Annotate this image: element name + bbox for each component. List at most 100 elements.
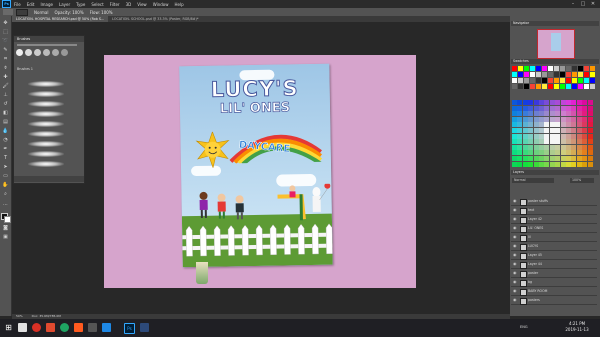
color-chip[interactable] [566,122,571,128]
color-chip[interactable] [571,139,577,145]
layer-row[interactable]: ◉ posters [511,297,597,305]
color-chip[interactable] [522,105,528,111]
color-chip[interactable] [582,139,588,145]
swatch-chip[interactable] [554,66,559,71]
color-chip[interactable] [539,161,544,167]
swatch-chip[interactable] [518,72,523,77]
zoom-tool-icon[interactable]: ⌕ [2,191,9,198]
app-icon[interactable] [88,323,97,332]
minimize-button[interactable]: – [568,0,578,8]
color-chip[interactable] [571,156,577,161]
color-chip[interactable] [549,139,555,145]
taskbar-clock[interactable]: 4:21 PM 2019-11-13 [562,321,592,333]
swatch-chip[interactable] [560,78,565,83]
color-swatch-wheel[interactable] [512,100,594,168]
brush-stroke-preview[interactable] [28,121,64,127]
brush-preset-icon[interactable] [25,49,32,56]
color-chip[interactable] [566,100,571,105]
healing-tool-icon[interactable]: ✚ [2,74,9,81]
swatch-chip[interactable] [572,66,577,71]
screen-mode-icon[interactable]: ▣ [2,234,9,241]
color-chip[interactable] [549,100,555,105]
brush-stroke-preview[interactable] [28,141,64,147]
color-chip[interactable] [533,161,539,167]
visibility-eye-icon[interactable]: ◉ [513,253,517,257]
color-chip[interactable] [528,133,534,139]
color-chip[interactable] [522,156,528,161]
brush-stroke-preview[interactable] [28,161,64,167]
layers-panel-title[interactable]: Layers [511,170,599,175]
color-chip[interactable] [571,133,577,139]
swatch-chip[interactable] [554,84,559,89]
swatch-chip[interactable] [590,66,595,71]
mode-dropdown[interactable]: Normal [34,10,48,15]
background-color-swatch[interactable] [4,216,11,223]
swatch-chip[interactable] [512,66,517,71]
swatch-chip[interactable] [584,66,589,71]
color-chip[interactable] [560,133,566,139]
menu-help[interactable]: Help [174,2,183,7]
swatch-chip[interactable] [524,66,529,71]
color-chip[interactable] [512,116,517,122]
brush-stroke-preview[interactable] [28,111,64,117]
navigator-thumbnail[interactable] [537,29,575,59]
photoshop-taskbar-icon[interactable]: Ps [124,323,135,334]
move-tool-icon[interactable]: ✥ [2,20,9,27]
navigator-panel-title[interactable]: Navigator [511,21,599,26]
daycare-poster[interactable]: LUCY'S LIL' ONES DAYCARE [179,63,333,268]
clone-stamp-tool-icon[interactable]: ⊥ [2,92,9,99]
windows-start-icon[interactable]: ⊞ [4,323,13,332]
color-chip[interactable] [533,111,539,117]
color-chip[interactable] [517,161,523,167]
color-chip[interactable] [512,144,517,150]
swatch-chip[interactable] [536,84,541,89]
swatch-chip[interactable] [530,78,535,83]
color-chip[interactable] [566,111,571,117]
color-chip[interactable] [587,100,593,105]
swatch-chip[interactable] [548,84,553,89]
blur-tool-icon[interactable]: 💧 [2,128,9,135]
color-chip[interactable] [549,116,555,122]
color-chip[interactable] [587,139,593,145]
eyedropper-tool-icon[interactable]: ⌽ [2,65,9,72]
color-chip[interactable] [522,139,528,145]
color-chip[interactable] [571,111,577,117]
color-chip[interactable] [544,100,550,105]
swatch-chip[interactable] [512,78,517,83]
hand-tool-icon[interactable]: ✋ [2,182,9,189]
color-chip[interactable] [544,133,550,139]
color-chip[interactable] [582,150,588,156]
color-chip[interactable] [549,111,555,117]
swatch-chip[interactable] [518,78,523,83]
color-chip[interactable] [587,105,593,111]
color-chip[interactable] [582,128,588,133]
swatch-chip[interactable] [542,78,547,83]
color-chip[interactable] [512,111,517,117]
layer-row[interactable]: ◉ lil [511,234,597,242]
color-chip[interactable] [533,133,539,139]
color-chip[interactable] [560,150,566,156]
color-chip[interactable] [517,116,523,122]
marquee-tool-icon[interactable]: ⬚ [2,29,9,36]
layer-row[interactable]: ◉ Layer 44 [511,261,597,269]
swatch-chip[interactable] [542,66,547,71]
color-chip[interactable] [587,122,593,128]
swatch-chip[interactable] [542,72,547,77]
menu-type[interactable]: Type [76,2,85,7]
color-chip[interactable] [544,139,550,145]
color-chip[interactable] [555,133,561,139]
color-chip[interactable] [512,128,517,133]
visibility-eye-icon[interactable]: ◉ [513,235,517,239]
color-chip[interactable] [517,122,523,128]
language-indicator[interactable]: ENG [520,325,528,329]
close-button[interactable]: ✕ [588,0,598,8]
color-chip[interactable] [560,128,566,133]
color-chip[interactable] [566,116,571,122]
color-chip[interactable] [560,139,566,145]
color-chip[interactable] [587,150,593,156]
visibility-eye-icon[interactable]: ◉ [513,280,517,284]
brush-stroke-preview[interactable] [28,151,64,157]
color-chip[interactable] [555,111,561,117]
color-chip[interactable] [582,161,588,167]
color-chip[interactable] [566,105,571,111]
